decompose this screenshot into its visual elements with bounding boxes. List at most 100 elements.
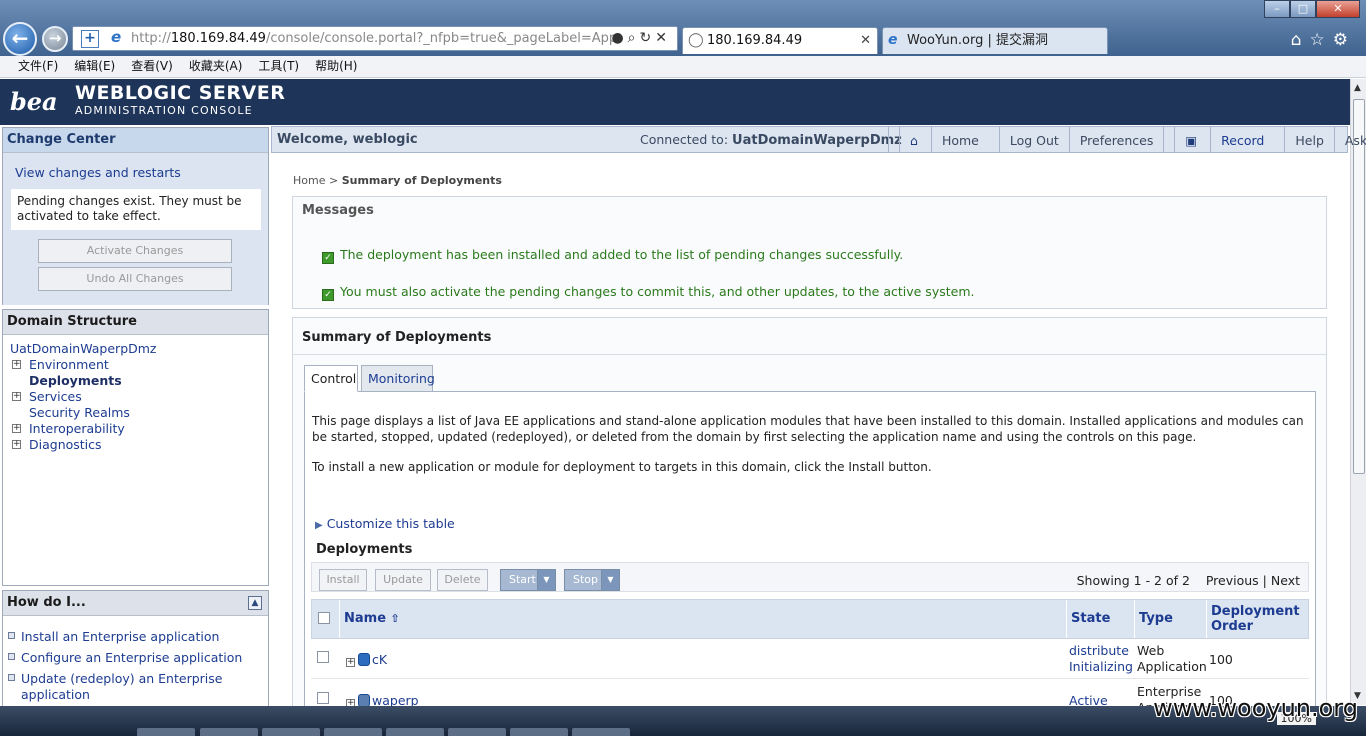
nav-home[interactable]: ⌂ Home	[888, 127, 999, 152]
menu-help[interactable]: 帮助(H)	[307, 56, 365, 77]
taskbar-item[interactable]	[262, 728, 320, 736]
expand-icon[interactable]: +	[12, 424, 21, 433]
activate-changes-button[interactable]: Activate Changes	[38, 239, 232, 263]
taskbar-item[interactable]	[200, 728, 258, 736]
vertical-scrollbar[interactable]: ▲ ▼	[1350, 79, 1366, 705]
previous-link[interactable]: Previous	[1206, 573, 1259, 588]
row-checkbox[interactable]	[317, 692, 329, 704]
bullet-icon	[8, 632, 15, 639]
maximize-icon[interactable]: □	[1290, 0, 1316, 18]
home-favorites-tools-icons[interactable]: ⌂☆⚙	[1291, 30, 1356, 50]
tree-item-security-realms[interactable]: Security Realms	[10, 405, 261, 421]
howto-install-link[interactable]: Install an Enterprise application	[3, 629, 268, 645]
howto-configure-link[interactable]: Configure an Enterprise application	[3, 650, 268, 666]
change-center-panel: Change Center View changes and restarts …	[2, 127, 269, 305]
nav-logout[interactable]: Log Out	[998, 127, 1069, 152]
how-do-i-panel: How do I... ▲ Install an Enterprise appl…	[2, 590, 269, 706]
showing-count: Showing 1 - 2 of 2	[1076, 573, 1190, 588]
nav-preferences[interactable]: Preferences	[1068, 127, 1164, 152]
minimize-icon[interactable]: –	[1264, 0, 1290, 18]
change-center-title: Change Center	[3, 128, 268, 153]
messages-title: Messages	[302, 203, 374, 218]
update-button[interactable]: Update	[375, 569, 431, 591]
scroll-thumb[interactable]	[1353, 99, 1365, 474]
tree-item-deployments[interactable]: Deployments	[10, 373, 261, 389]
deployment-name-link[interactable]: cK	[372, 652, 387, 667]
next-link[interactable]: Next	[1271, 573, 1300, 588]
customize-table-link[interactable]: ▶ Customize this table	[315, 516, 455, 531]
undo-all-changes-button[interactable]: Undo All Changes	[38, 267, 232, 291]
row-state-cell: distribute Initializing	[1065, 639, 1133, 679]
chevron-down-icon[interactable]: ▼	[601, 570, 619, 590]
column-type[interactable]: Type	[1134, 600, 1206, 638]
state-line2: Initializing	[1069, 659, 1133, 674]
menu-tools[interactable]: 工具(T)	[250, 56, 307, 77]
tree-item-environment[interactable]: + Environment	[10, 357, 261, 373]
expand-icon[interactable]: +	[346, 658, 355, 667]
taskbar-item[interactable]	[137, 728, 195, 736]
tab-monitoring[interactable]: Monitoring	[361, 365, 435, 392]
tab-wooyun[interactable]: e WooYun.org | 提交漏洞	[882, 27, 1108, 54]
close-window-icon[interactable]: ✕	[1316, 0, 1360, 18]
product-subtitle: ADMINISTRATION CONSOLE	[75, 104, 253, 117]
sort-ascending-icon[interactable]: ⇧	[391, 612, 400, 625]
domain-root-link[interactable]: UatDomainWaperpDmz	[10, 341, 261, 357]
tab-active[interactable]: ◯ 180.169.84.49 ✕	[682, 27, 878, 54]
menu-favorites[interactable]: 收藏夹(A)	[181, 56, 251, 77]
home-icon: ⌂	[899, 127, 928, 152]
taskbar-item[interactable]	[510, 728, 568, 736]
row-checkbox[interactable]	[317, 651, 329, 663]
forward-icon[interactable]: →	[42, 26, 68, 52]
row-order-cell: 100	[1209, 652, 1233, 667]
back-icon[interactable]: ←	[3, 22, 37, 56]
nav-askbea[interactable]: AskBEA	[1333, 127, 1366, 152]
add-site-icon[interactable]: +	[81, 30, 99, 48]
install-button[interactable]: Install	[319, 569, 367, 591]
scroll-up-icon[interactable]: ▲	[1354, 83, 1361, 93]
ie-page-icon: e	[111, 28, 122, 46]
table-header: Name ⇧ State Type Deployment Order	[311, 599, 1309, 639]
tree-item-services[interactable]: + Services	[10, 389, 261, 405]
address-tools-icon[interactable]: ●⌕↻✕	[611, 30, 671, 46]
taskbar-item[interactable]	[386, 728, 444, 736]
menu-edit[interactable]: 编辑(E)	[66, 56, 123, 77]
close-tab-icon[interactable]: ✕	[860, 28, 871, 53]
address-url[interactable]: http://180.169.84.49/console/console.por…	[131, 31, 617, 46]
nav-record[interactable]: ▣ Record	[1163, 127, 1284, 152]
view-changes-link[interactable]: View changes and restarts	[15, 165, 181, 180]
collapse-icon[interactable]: ▲	[248, 596, 262, 610]
expand-icon[interactable]: +	[12, 360, 21, 369]
breadcrumb: Home > Summary of Deployments	[293, 174, 502, 187]
screen: ← → + e http://180.169.84.49/console/con…	[0, 0, 1366, 736]
description-text: This page displays a list of Java EE app…	[312, 414, 1304, 444]
column-name[interactable]: Name ⇧	[339, 600, 1066, 638]
row-select-cell	[311, 639, 338, 679]
pagination-sep: |	[1262, 573, 1267, 588]
tree-item-interoperability[interactable]: + Interoperability	[10, 421, 261, 437]
breadcrumb-home[interactable]: Home	[293, 174, 325, 187]
address-bar[interactable]: + e http://180.169.84.49/console/console…	[72, 26, 678, 51]
stop-dropdown-button[interactable]: Stop ▼	[564, 569, 620, 591]
domain-structure-panel: Domain Structure UatDomainWaperpDmz + Env…	[2, 309, 269, 586]
start-dropdown-button[interactable]: Start ▼	[500, 569, 556, 591]
state-link[interactable]: distribute	[1069, 643, 1129, 658]
menu-view[interactable]: 查看(V)	[123, 56, 181, 77]
tree-item-diagnostics[interactable]: + Diagnostics	[10, 437, 261, 453]
column-deployment-order[interactable]: Deployment Order	[1206, 600, 1308, 638]
column-state[interactable]: State	[1066, 600, 1134, 638]
tab-control[interactable]: Control	[304, 365, 358, 392]
howto-update-link[interactable]: Update (redeploy) an Enterprise applicat…	[3, 671, 268, 703]
select-all-checkbox[interactable]	[318, 612, 330, 624]
install-hint-text: To install a new application or module f…	[312, 460, 932, 474]
taskbar-item[interactable]	[324, 728, 382, 736]
expand-icon[interactable]: +	[12, 440, 21, 449]
success-message: ✓ The deployment has been installed and a…	[322, 247, 903, 264]
expand-icon[interactable]: +	[12, 392, 21, 401]
chevron-down-icon[interactable]: ▼	[537, 570, 555, 590]
taskbar-item[interactable]	[572, 728, 630, 736]
delete-button[interactable]: Delete	[437, 569, 488, 591]
menu-file[interactable]: 文件(F)	[10, 56, 66, 77]
nav-help[interactable]: Help	[1284, 127, 1334, 152]
taskbar-item[interactable]	[448, 728, 506, 736]
top-nav: ⌂ Home Log Out Preferences ▣ Record Help A…	[888, 127, 1366, 152]
